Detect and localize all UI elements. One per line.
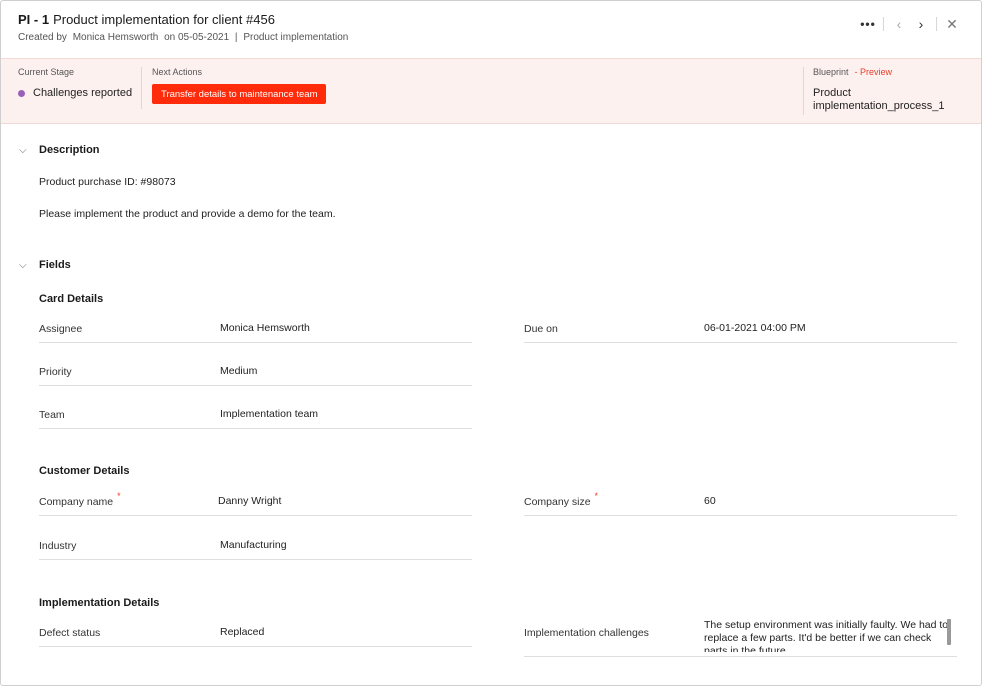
field-value: 06-01-2021 04:00 PM xyxy=(704,322,806,334)
record-meta: Created by Monica Hemsworth on 05-05-202… xyxy=(18,32,351,43)
textarea-scrollbar[interactable] xyxy=(947,619,951,645)
field-label: Defect status xyxy=(39,627,101,639)
field-label: Assignee xyxy=(39,323,83,335)
record-layout: Product implementation xyxy=(243,32,349,43)
blueprint-name: Product implementation_process_1 xyxy=(813,87,945,112)
divider xyxy=(803,67,804,115)
implementation-details-title: Implementation Details xyxy=(39,597,160,609)
description-heading: Description xyxy=(39,144,100,156)
required-marker: * xyxy=(117,491,121,501)
close-icon[interactable]: ✕ xyxy=(941,15,963,33)
blueprint-preview-link[interactable]: - Preview xyxy=(855,67,893,77)
required-marker: * xyxy=(594,491,599,501)
created-by: Monica Hemsworth xyxy=(72,32,159,43)
field-value: Implementation team xyxy=(220,408,319,420)
customer-details-title: Customer Details xyxy=(39,465,130,477)
chevron-down-icon: ⌵ xyxy=(19,144,27,156)
company-name-field[interactable]: Company name * Danny Wright xyxy=(39,488,472,516)
field-label: Company name * xyxy=(39,491,121,508)
created-prefix: Created by xyxy=(18,32,67,43)
field-label: Team xyxy=(39,409,65,421)
field-label-text: Company name xyxy=(39,496,114,508)
field-label-text: Company size xyxy=(524,496,591,508)
record-code: PI - 1 xyxy=(18,12,50,27)
next-actions-label: Next Actions xyxy=(152,67,203,77)
fields-section-toggle[interactable]: ⌵ Fields xyxy=(19,259,71,271)
implementation-challenges-field[interactable]: Implementation challenges The setup envi… xyxy=(524,619,957,657)
blueprint-band: Current Stage Challenges reported Next A… xyxy=(1,58,981,124)
fields-heading: Fields xyxy=(39,259,71,271)
description-section-toggle[interactable]: ⌵ Description xyxy=(19,144,100,156)
field-label: Industry xyxy=(39,540,77,552)
more-horizontal-icon[interactable]: ••• xyxy=(857,15,879,33)
divider xyxy=(883,17,884,31)
field-value: Danny Wright xyxy=(218,495,282,507)
assignee-field[interactable]: Assignee Monica Hemsworth xyxy=(39,315,472,343)
field-label: Implementation challenges xyxy=(524,627,649,639)
stage-dot-icon xyxy=(18,89,25,97)
divider xyxy=(936,17,937,31)
record-title-text: Product implementation for client #456 xyxy=(53,12,275,27)
company-size-field[interactable]: Company size * 60 xyxy=(524,488,957,516)
chevron-left-icon[interactable]: ‹ xyxy=(888,15,910,33)
industry-field[interactable]: Industry Manufacturing xyxy=(39,532,472,560)
record-title: PI - 1 Product implementation for client … xyxy=(18,12,275,27)
record-detail-panel: PI - 1 Product implementation for client … xyxy=(0,0,982,686)
transfer-action-button[interactable]: Transfer details to maintenance team xyxy=(152,84,327,104)
current-stage: Challenges reported xyxy=(18,87,132,99)
field-value: Medium xyxy=(220,365,258,377)
field-value: 60 xyxy=(704,495,716,507)
field-value: Monica Hemsworth xyxy=(220,322,310,334)
field-label: Due on xyxy=(524,323,558,335)
field-value: Replaced xyxy=(220,626,265,638)
current-stage-value: Challenges reported xyxy=(33,87,133,99)
blueprint-label-row: Blueprint - Preview xyxy=(813,67,892,77)
meta-separator: | xyxy=(234,32,238,43)
priority-field[interactable]: Priority Medium xyxy=(39,358,472,386)
chevron-down-icon: ⌵ xyxy=(19,259,27,271)
blueprint-label: Blueprint xyxy=(813,67,849,77)
description-line: Please implement the product and provide… xyxy=(39,208,336,220)
card-details-title: Card Details xyxy=(39,293,104,305)
header-actions: ••• ‹ › ✕ xyxy=(857,15,963,33)
field-label: Company size * xyxy=(524,491,598,508)
created-on: on 05-05-2021 xyxy=(164,32,230,43)
current-stage-label: Current Stage xyxy=(18,67,75,77)
field-value: Manufacturing xyxy=(220,539,287,551)
defect-status-field[interactable]: Defect status Replaced xyxy=(39,619,472,647)
due-on-field[interactable]: Due on 06-01-2021 04:00 PM xyxy=(524,315,957,343)
team-field[interactable]: Team Implementation team xyxy=(39,401,472,429)
field-label: Priority xyxy=(39,366,72,378)
divider xyxy=(141,67,142,109)
record-content: ⌵ Description Product purchase ID: #9807… xyxy=(1,124,981,685)
field-value: The setup environment was initially faul… xyxy=(704,619,949,652)
description-line: Product purchase ID: #98073 xyxy=(39,176,176,188)
chevron-right-icon[interactable]: › xyxy=(910,15,932,33)
panel-header: PI - 1 Product implementation for client … xyxy=(1,1,981,58)
